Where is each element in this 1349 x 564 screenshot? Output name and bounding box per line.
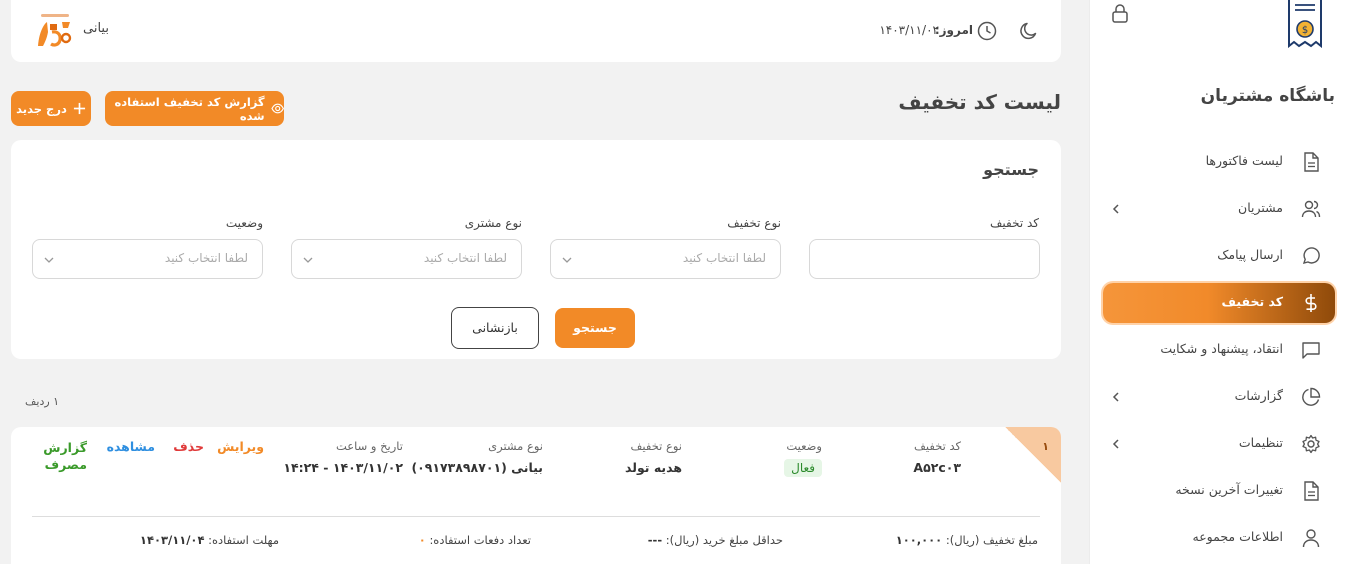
sidebar-item-label: انتقاد، پیشنهاد و شکایت [1160, 341, 1283, 356]
discount-code-label: کد تخفیف [989, 216, 1039, 230]
sidebar-item-label: اطلاعات مجموعه [1192, 529, 1284, 544]
svg-text:$: $ [1302, 25, 1308, 36]
delete-link[interactable]: حذف [173, 439, 204, 454]
sidebar-title: باشگاه مشتریان [1200, 86, 1335, 106]
plus-icon [73, 102, 85, 115]
sidebar-item-label: تغییرات آخرین نسخه [1175, 482, 1283, 497]
dollar-icon [1305, 294, 1317, 312]
sidebar-item-org-info[interactable]: اطلاعات مجموعه [1103, 518, 1335, 558]
deadline-value: ۱۴۰۳/۱۱/۰۴ [139, 533, 205, 547]
deadline-field: مهلت استفاده: ۱۴۰۳/۱۱/۰۴ [140, 533, 279, 547]
usage-count-value: ۰ [418, 533, 426, 547]
discount-type-placeholder: لطفا انتخاب کنید [682, 251, 766, 265]
usage-count-field: تعداد دفعات استفاده: ۰ [419, 533, 531, 547]
min-purchase-label: حداقل مبلغ خرید (ریال): [665, 533, 783, 547]
discount-type-label: نوع تخفیف [727, 216, 781, 230]
chevron-left-icon [1112, 392, 1119, 402]
file-icon [1304, 481, 1319, 501]
reset-button[interactable]: بازنشانی [451, 307, 539, 349]
users-icon [1301, 200, 1321, 218]
deadline-label: مهلت استفاده: [208, 533, 279, 547]
message-circle-icon [1302, 247, 1320, 264]
code-value: A۵۲c۰۳ [913, 460, 961, 475]
sidebar-item-label: تنظیمات [1238, 435, 1283, 450]
customer-type-placeholder: لطفا انتخاب کنید [423, 251, 507, 265]
page-title: لیست کد تخفیف [898, 90, 1061, 114]
sidebar-item-feedback[interactable]: انتقاد، پیشنهاد و شکایت [1103, 330, 1335, 370]
view-link[interactable]: مشاهده [107, 439, 155, 454]
min-purchase-value: --- [647, 533, 663, 547]
gear-icon [1302, 434, 1320, 454]
sidebar-item-reports[interactable]: گزارشات [1103, 377, 1335, 417]
sidebar-item-label: گزارشات [1234, 388, 1283, 403]
table-row: ۱ کد تخفیف A۵۲c۰۳ وضعیت فعال نوع تخفیف ه… [11, 427, 1061, 564]
discount-code-input[interactable] [809, 239, 1040, 279]
discount-type-select[interactable]: لطفا انتخاب کنید [550, 239, 781, 279]
min-purchase-field: حداقل مبلغ خرید (ریال): --- [648, 533, 783, 547]
brand-logo-icon [38, 14, 72, 47]
clock-icon [977, 21, 997, 41]
customer-type-label: نوع مشتری [464, 216, 522, 230]
chevron-left-icon [1112, 204, 1119, 214]
customer-value: بیانی (۰۹۱۷۳۸۹۸۷۰۱) [411, 460, 543, 475]
file-icon [1304, 152, 1319, 172]
status-label: وضعیت [225, 216, 263, 230]
chevron-down-icon [562, 257, 572, 263]
eye-icon [270, 103, 284, 114]
edit-link[interactable]: ویرایش [217, 439, 264, 454]
amount-field: مبلغ تخفیف (ریال): ۱۰۰,۰۰۰ [896, 533, 1038, 547]
type-value: هدیه تولد [625, 460, 682, 475]
today-date: ۱۴۰۳/۱۱/۰۲ [879, 23, 939, 37]
row-index-corner [1005, 427, 1061, 483]
type-header: نوع تخفیف [630, 439, 682, 453]
brand-name: بیانی [83, 21, 109, 36]
sidebar-item-label: مشتریان [1238, 200, 1283, 215]
dark-mode-moon-icon[interactable] [1019, 21, 1039, 41]
sidebar-item-label: کد تخفیف [1221, 294, 1283, 309]
code-header: کد تخفیف [914, 439, 961, 453]
search-title: جستجو [983, 160, 1039, 179]
used-discount-report-button[interactable]: گزارش کد تخفیف استفاده شده [105, 91, 284, 126]
sidebar: $ باشگاه مشتریان لیست فاکتورها مشتریان ا… [1089, 0, 1349, 564]
amount-label: مبلغ تخفیف (ریال): [945, 533, 1038, 547]
usage-report-link[interactable]: گزارش مصرف [43, 439, 87, 473]
status-badge: فعال [784, 459, 822, 477]
sidebar-item-customers[interactable]: مشتریان [1103, 189, 1335, 229]
search-card: جستجو کد تخفیف نوع تخفیف لطفا انتخاب کنی… [11, 140, 1061, 359]
invoice-logo-icon: $ [1288, 0, 1322, 48]
top-header: بیانی امروز: ۱۴۰۳/۱۱/۰۲ [11, 0, 1061, 62]
sidebar-item-label: ارسال پیامک [1217, 247, 1283, 262]
search-button[interactable]: جستجو [555, 308, 635, 348]
today-label: امروز: [934, 23, 973, 37]
status-header: وضعیت [786, 439, 822, 453]
sidebar-item-sms[interactable]: ارسال پیامک [1103, 236, 1335, 276]
status-placeholder: لطفا انتخاب کنید [164, 251, 248, 265]
sidebar-item-label: لیست فاکتورها [1205, 153, 1283, 168]
datetime-header: تاریخ و ساعت [335, 439, 403, 453]
sidebar-item-invoices[interactable]: لیست فاکتورها [1103, 142, 1335, 182]
sidebar-item-discount-code[interactable]: کد تخفیف [1103, 283, 1335, 323]
lock-icon[interactable] [1111, 3, 1129, 23]
datetime-value: ۱۴۰۳/۱۱/۰۲ - ۱۴:۲۴ [283, 460, 403, 475]
chevron-down-icon [303, 257, 313, 263]
amount-value: ۱۰۰,۰۰۰ [895, 533, 943, 547]
pie-chart-icon [1302, 387, 1321, 406]
customer-header: نوع مشتری [488, 439, 543, 453]
add-new-button[interactable]: درج جدید [11, 91, 91, 126]
row-index: ۱ [1042, 440, 1049, 453]
customer-type-select[interactable]: لطفا انتخاب کنید [291, 239, 522, 279]
usage-count-label: تعداد دفعات استفاده: [429, 533, 531, 547]
chevron-left-icon [1112, 439, 1119, 449]
sidebar-item-changelog[interactable]: تغییرات آخرین نسخه [1103, 471, 1335, 511]
sidebar-item-settings[interactable]: تنظیمات [1103, 424, 1335, 464]
used-discount-report-label: گزارش کد تخفیف استفاده شده [114, 94, 265, 123]
user-icon [1302, 529, 1320, 548]
chevron-down-icon [44, 257, 54, 263]
add-new-label: درج جدید [16, 101, 67, 116]
message-square-icon [1302, 342, 1320, 359]
row-divider [32, 516, 1040, 517]
status-select[interactable]: لطفا انتخاب کنید [32, 239, 263, 279]
row-count: ۱ ردیف [25, 395, 60, 408]
